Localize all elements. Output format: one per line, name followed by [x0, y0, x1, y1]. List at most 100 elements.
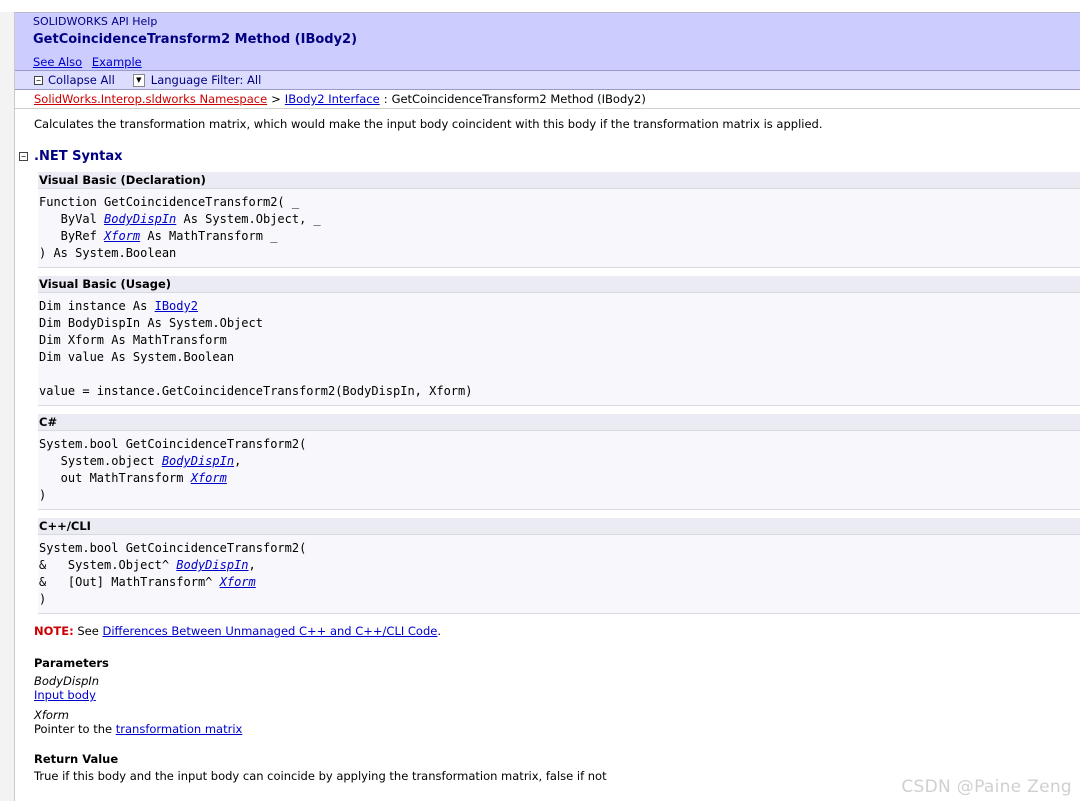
- code-line: & [Out] MathTransform^ Xform: [39, 574, 1080, 591]
- code-text: System.bool GetCoincidenceTransform2(: [39, 541, 307, 555]
- main-content: Calculates the transformation matrix, wh…: [15, 117, 1080, 783]
- section-title: .NET Syntax: [34, 149, 123, 164]
- code-line: System.object BodyDispIn,: [39, 453, 1080, 470]
- code-line: ByRef Xform As MathTransform _: [39, 228, 1080, 245]
- breadcrumb-separator: >: [271, 92, 281, 106]
- breadcrumb-separator: :: [383, 92, 388, 106]
- code-line: Dim value As System.Boolean: [39, 349, 1080, 366]
- syntax-block-header: Visual Basic (Declaration): [38, 172, 1080, 189]
- code-text: Dim Xform As MathTransform: [39, 333, 227, 347]
- collapse-all-button[interactable]: − Collapse All: [34, 73, 115, 87]
- syntax-block: C# System.bool GetCoincidenceTransform2( …: [38, 414, 1080, 510]
- code-text: As MathTransform _: [140, 229, 278, 243]
- param-desc-text: Pointer to the: [34, 722, 116, 736]
- code-line: ByVal BodyDispIn As System.Object, _: [39, 211, 1080, 228]
- code-text: ): [39, 592, 47, 606]
- code-link[interactable]: BodyDispIn: [176, 558, 248, 572]
- param-description: Pointer to the transformation matrix: [34, 722, 1080, 736]
- code-link[interactable]: Xform: [220, 575, 256, 589]
- return-value-heading: Return Value: [34, 752, 119, 766]
- example-link[interactable]: Example: [92, 55, 142, 69]
- code-line: ) As System.Boolean: [39, 245, 1080, 262]
- method-summary: Calculates the transformation matrix, wh…: [34, 117, 823, 131]
- breadcrumb-interface-link[interactable]: IBody2 Interface: [285, 92, 380, 106]
- code-text: Dim BodyDispIn As System.Object: [39, 316, 263, 330]
- note-suffix: .: [437, 624, 442, 638]
- page-header: SOLIDWORKS API Help GetCoincidenceTransf…: [15, 13, 1080, 71]
- param-name: Xform: [34, 708, 69, 722]
- code-link[interactable]: BodyDispIn: [104, 212, 176, 226]
- parameters-heading: Parameters: [34, 656, 109, 670]
- code-line: ): [39, 487, 1080, 504]
- language-filter-label: Language Filter: All: [150, 73, 262, 87]
- code-text: ): [39, 488, 47, 502]
- code-link[interactable]: IBody2: [155, 299, 198, 313]
- syntax-block-header: Visual Basic (Usage): [38, 276, 1080, 293]
- code-text: System.object: [39, 454, 162, 468]
- syntax-block: Visual Basic (Declaration) Function GetCo…: [38, 172, 1080, 268]
- code-line: Dim instance As IBody2: [39, 298, 1080, 315]
- code-line: Dim BodyDispIn As System.Object: [39, 315, 1080, 332]
- code-text: ByRef: [39, 229, 105, 243]
- code-text: ByVal: [39, 212, 105, 226]
- window-top-strip: [0, 0, 1080, 13]
- syntax-block: C++/CLI System.bool GetCoincidenceTransfo…: [38, 518, 1080, 614]
- syntax-code: Dim instance As IBody2 Dim BodyDispIn As …: [38, 293, 1080, 405]
- syntax-blocks: Visual Basic (Declaration) Function GetCo…: [34, 172, 1080, 614]
- code-link[interactable]: Xform: [104, 229, 140, 243]
- code-line: System.bool GetCoincidenceTransform2(: [39, 540, 1080, 557]
- syntax-block: Visual Basic (Usage) Dim instance As IBod…: [38, 276, 1080, 406]
- code-text: & System.Object^: [39, 558, 177, 572]
- header-links: See Also Example: [33, 55, 1080, 69]
- param-name: BodyDispIn: [34, 674, 100, 688]
- code-line: ): [39, 591, 1080, 608]
- chevron-down-icon: ▼: [132, 73, 145, 87]
- net-syntax-section-toggle[interactable]: − .NET Syntax: [19, 149, 1080, 164]
- code-line: [39, 366, 1080, 383]
- help-page: SOLIDWORKS API Help GetCoincidenceTransf…: [15, 13, 1080, 801]
- code-line: out MathTransform Xform: [39, 470, 1080, 487]
- code-text: ,: [248, 558, 256, 572]
- code-line: & System.Object^ BodyDispIn,: [39, 557, 1080, 574]
- code-link[interactable]: Xform: [191, 471, 227, 485]
- note-prefix: See: [73, 624, 103, 638]
- code-text: value = instance.GetCoincidenceTransform…: [39, 384, 473, 398]
- code-line: System.bool GetCoincidenceTransform2(: [39, 436, 1080, 453]
- syntax-block-header: C#: [38, 414, 1080, 431]
- syntax-code: Function GetCoincidenceTransform2( _ ByV…: [38, 189, 1080, 267]
- code-text: As System.Object, _: [176, 212, 321, 226]
- toolbar: − Collapse All ▼ Language Filter: All: [15, 71, 1080, 90]
- code-text: out MathTransform: [39, 471, 191, 485]
- collapse-all-label: Collapse All: [48, 73, 115, 87]
- page-title: GetCoincidenceTransform2 Method (IBody2): [33, 32, 358, 47]
- watermark: CSDN @Paine Zeng: [901, 777, 1072, 797]
- language-filter-dropdown[interactable]: ▼ Language Filter: All: [132, 73, 262, 87]
- breadcrumb-namespace-link[interactable]: SolidWorks.Interop.sldworks Namespace: [34, 92, 267, 106]
- code-text: ) As System.Boolean: [39, 246, 177, 260]
- note: NOTE: See Differences Between Unmanaged …: [34, 624, 1080, 638]
- note-link[interactable]: Differences Between Unmanaged C++ and C+…: [102, 624, 437, 638]
- code-link[interactable]: BodyDispIn: [162, 454, 234, 468]
- code-text: & [Out] MathTransform^: [39, 575, 220, 589]
- param-description: Input body: [34, 688, 1080, 702]
- see-also-link[interactable]: See Also: [33, 55, 82, 69]
- code-line: value = instance.GetCoincidenceTransform…: [39, 383, 1080, 400]
- code-text: Dim instance As: [39, 299, 155, 313]
- code-line: Dim Xform As MathTransform: [39, 332, 1080, 349]
- syntax-code: System.bool GetCoincidenceTransform2( & S…: [38, 535, 1080, 613]
- syntax-code: System.bool GetCoincidenceTransform2( Sy…: [38, 431, 1080, 509]
- breadcrumb: SolidWorks.Interop.sldworks Namespace > …: [15, 90, 1080, 109]
- left-pane-border: [0, 12, 15, 801]
- collapse-icon: −: [19, 152, 28, 161]
- breadcrumb-current: GetCoincidenceTransform2 Method (IBody2): [391, 92, 646, 106]
- code-line: Function GetCoincidenceTransform2( _: [39, 194, 1080, 211]
- param-desc-link[interactable]: Input body: [34, 688, 96, 702]
- code-text: ,: [234, 454, 242, 468]
- code-text: System.bool GetCoincidenceTransform2(: [39, 437, 307, 451]
- param-desc-link[interactable]: transformation matrix: [116, 722, 243, 736]
- code-text: Function GetCoincidenceTransform2( _: [39, 195, 300, 209]
- app-name: SOLIDWORKS API Help: [33, 15, 158, 28]
- collapse-icon: −: [34, 75, 43, 85]
- note-label: NOTE:: [34, 624, 74, 638]
